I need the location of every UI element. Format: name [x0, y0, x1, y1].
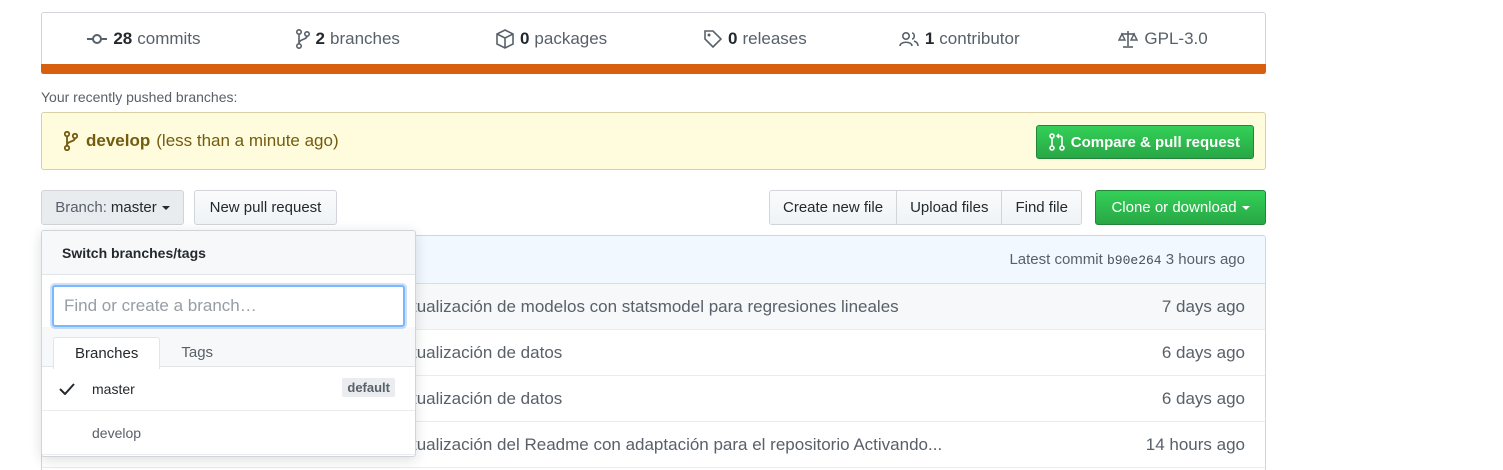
- current-branch: master: [110, 199, 157, 216]
- stat-contributors[interactable]: 1 contributor: [857, 29, 1061, 49]
- clone-label: Clone or download: [1111, 199, 1237, 216]
- new-pull-request-button[interactable]: New pull request: [194, 190, 337, 225]
- people-icon: [899, 31, 919, 47]
- find-file-button[interactable]: Find file: [1002, 191, 1081, 224]
- commit-sha[interactable]: b90e264: [1107, 253, 1162, 268]
- file-commit-message[interactable]: tualización de datos: [412, 389, 562, 409]
- contributors-count: 1: [924, 29, 935, 48]
- branches-count: 2: [315, 29, 325, 48]
- file-commit-message[interactable]: tualización de datos: [412, 343, 562, 363]
- caret-down-icon: [1241, 205, 1250, 210]
- language-bar[interactable]: [41, 64, 1266, 74]
- latest-commit-age: 3 hours ago: [1165, 251, 1245, 268]
- branch-dropdown: Switch branches/tags Branches Tags maste…: [41, 230, 416, 457]
- commits-label: commits: [137, 29, 201, 48]
- law-icon: [1118, 31, 1139, 48]
- default-badge: default: [342, 378, 395, 397]
- branches-label: branches: [330, 29, 400, 48]
- branch-item-develop[interactable]: develop: [42, 411, 415, 455]
- stat-branches[interactable]: 2 branches: [246, 29, 450, 49]
- package-icon: [496, 29, 514, 49]
- file-commit-message[interactable]: tualización del Readme con adaptación pa…: [412, 435, 942, 455]
- branch-name: develop: [92, 424, 142, 441]
- file-age: 6 days ago: [1161, 389, 1245, 408]
- pushed-branch-name[interactable]: develop: [86, 131, 150, 151]
- branch-item-master[interactable]: master default: [42, 367, 415, 411]
- tag-icon: [704, 30, 723, 48]
- contributors-label: contributor: [939, 29, 1020, 48]
- license-label: GPL-3.0: [1144, 29, 1208, 48]
- branch-filter-input[interactable]: [52, 285, 405, 327]
- file-commit-message[interactable]: tualización de modelos con statsmodel pa…: [412, 297, 899, 317]
- branch-icon: [295, 29, 310, 49]
- pushed-time: (less than a minute ago): [156, 131, 339, 150]
- stat-releases[interactable]: 0 releases: [653, 29, 857, 49]
- latest-commit-label: Latest commit: [1009, 251, 1103, 268]
- releases-label: releases: [742, 29, 807, 48]
- branch-prefix: Branch:: [55, 199, 107, 216]
- stat-packages[interactable]: 0 packages: [450, 29, 654, 49]
- pull-request-icon: [1048, 133, 1065, 151]
- compare-pull-request-button[interactable]: Compare & pull request: [1035, 125, 1254, 159]
- tab-tags[interactable]: Tags: [160, 337, 234, 368]
- packages-label: packages: [534, 29, 608, 48]
- check-icon: [59, 382, 75, 395]
- caret-down-icon: [161, 205, 170, 210]
- clone-download-button[interactable]: Clone or download: [1095, 190, 1266, 225]
- upload-files-button[interactable]: Upload files: [897, 191, 1003, 224]
- releases-count: 0: [728, 29, 738, 48]
- dropdown-tabs: Branches Tags: [42, 327, 415, 369]
- branch-select-button[interactable]: Branch: master: [41, 190, 184, 225]
- dropdown-title: Switch branches/tags: [42, 231, 415, 275]
- branch-icon: [64, 131, 78, 151]
- create-new-file-button[interactable]: Create new file: [770, 191, 898, 224]
- compare-label: Compare & pull request: [1070, 133, 1240, 151]
- recent-push-notice: develop (less than a minute ago) Compare…: [41, 112, 1266, 170]
- repo-stats-bar: 28 commits 2 branches 0 packages 0 relea…: [41, 12, 1266, 74]
- branch-name: master: [92, 380, 135, 397]
- stat-license[interactable]: GPL-3.0: [1061, 29, 1265, 49]
- tab-branches[interactable]: Branches: [53, 337, 161, 369]
- file-age: 14 hours ago: [1145, 435, 1245, 454]
- stat-commits[interactable]: 28 commits: [42, 29, 246, 49]
- commits-count: 28: [113, 29, 133, 48]
- packages-count: 0: [519, 29, 530, 48]
- file-actions-group: Create new file Upload files Find file: [769, 190, 1082, 225]
- recent-branches-label: Your recently pushed branches:: [41, 89, 238, 105]
- file-age: 6 days ago: [1161, 343, 1245, 362]
- file-age: 7 days ago: [1161, 297, 1245, 316]
- commit-icon: [87, 34, 108, 44]
